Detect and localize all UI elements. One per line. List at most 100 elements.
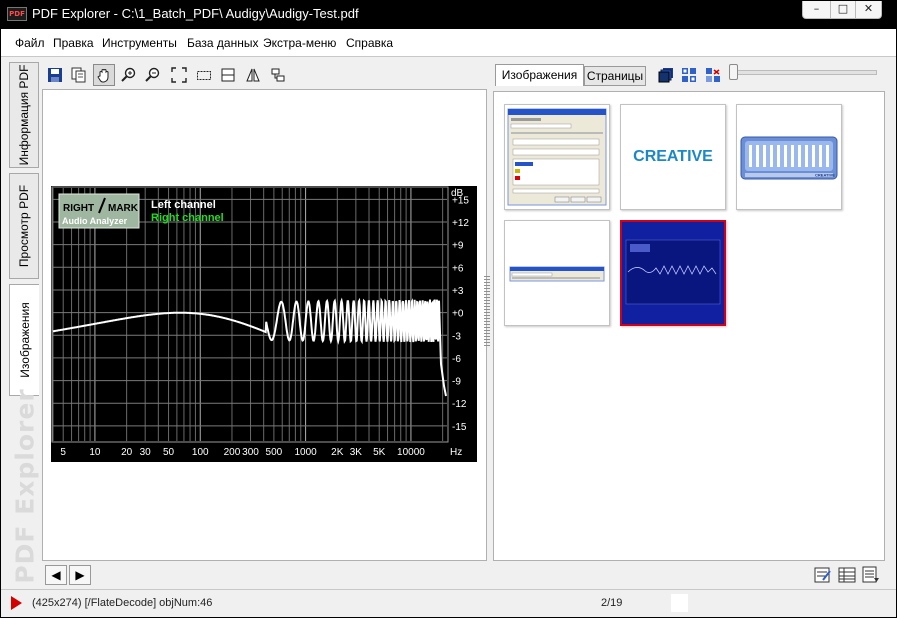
tab-pdf-info[interactable]: Информация PDF: [9, 62, 39, 168]
logo-mark-text: MARK: [108, 203, 139, 214]
table-view-icon[interactable]: [837, 565, 857, 585]
next-button[interactable]: ▶: [69, 565, 91, 585]
menu-database[interactable]: База данных: [187, 36, 258, 50]
copy-icon[interactable]: [68, 64, 90, 86]
flip-icon[interactable]: [242, 64, 264, 86]
images-tabs-row: Изображения Страницы: [493, 61, 885, 91]
images-panel-footer: [493, 561, 885, 589]
y-tick-label: -15: [452, 422, 467, 433]
extract-images-icon[interactable]: [656, 65, 676, 85]
x-tick-label: 10000: [397, 447, 425, 458]
zoom-out-icon[interactable]: [142, 64, 164, 86]
dialog-screenshot-preview: [507, 108, 607, 206]
navigation-bar: ◀ ▶: [42, 561, 487, 589]
save-icon[interactable]: [44, 64, 66, 86]
tab-images-side-label: Изображения: [17, 302, 32, 378]
status-page-counter: 2/19: [601, 597, 623, 609]
thumbnails-grid-icon[interactable]: [679, 65, 699, 85]
creative-logo-text: CREATIVE: [633, 148, 713, 165]
watermark-text: PDF Explorer: [10, 387, 40, 584]
rectangle-select-icon[interactable]: [193, 64, 215, 86]
x-tick-label: 2K: [331, 447, 344, 458]
frequency-graph-preview: [622, 222, 724, 324]
window-title: PDF Explorer - C:\1_Batch_PDF\ Audigy\Au…: [32, 6, 359, 21]
minimize-button[interactable]: –: [802, 1, 831, 19]
status-bar: (425x274) [/FlateDecode] objNum:46 2/19: [1, 589, 896, 617]
close-button[interactable]: ✕: [855, 1, 882, 19]
creative-logo-preview: CREATIVE: [621, 105, 725, 209]
legend-right-channel: Right channel: [151, 212, 224, 224]
thumbnail-mixer-panel[interactable]: CREATIVE: [736, 104, 842, 210]
tab-pdf-info-label: Информация PDF: [17, 64, 31, 166]
thumbnail-dialog-screenshot[interactable]: [504, 104, 610, 210]
x-tick-label: 20: [121, 447, 133, 458]
arrow-left-icon: ◀: [51, 568, 61, 582]
image-viewer[interactable]: RIGHT MARK Audio Analyzer Left channel R…: [42, 89, 487, 561]
y-tick-label: +6: [452, 263, 464, 274]
x-tick-label: 50: [163, 447, 175, 458]
x-tick-label: 30: [140, 447, 152, 458]
status-play-icon[interactable]: [11, 596, 22, 610]
image-viewer-panel: RIGHT MARK Audio Analyzer Left channel R…: [42, 61, 487, 589]
x-tick-label: 5K: [373, 447, 386, 458]
menu-file[interactable]: Файл: [15, 36, 45, 50]
y-tick-label: -9: [452, 377, 461, 388]
tab-pages[interactable]: Страницы: [584, 66, 646, 86]
menu-tools[interactable]: Инструменты: [102, 36, 177, 50]
y-tick-label: -12: [452, 399, 467, 410]
maximize-button[interactable]: □: [830, 1, 856, 19]
app-icon: PDF: [7, 7, 27, 21]
y-tick-label: +12: [452, 218, 469, 229]
fit-page-icon[interactable]: [168, 64, 190, 86]
thumbnail-zoom-slider[interactable]: [731, 70, 877, 75]
y-tick-label: +9: [452, 241, 464, 252]
mixer-panel-preview: CREATIVE: [740, 136, 838, 180]
edit-properties-icon[interactable]: [813, 565, 833, 585]
y-tick-label: +3: [452, 286, 464, 297]
status-image-info: (425x274) [/FlateDecode] objNum:46: [32, 597, 213, 609]
x-tick-label: 3K: [350, 447, 363, 458]
y-tick-label: -3: [452, 331, 461, 342]
logo-right-text: RIGHT: [63, 203, 94, 214]
y-tick-label: -6: [452, 354, 461, 365]
tab-images-side[interactable]: Изображения: [9, 284, 39, 396]
x-tick-label: 200: [224, 447, 241, 458]
application-window: PDF PDF Explorer - C:\1_Batch_PDF\ Audig…: [0, 0, 897, 618]
hand-icon[interactable]: [93, 64, 115, 86]
x-tick-label: 100: [192, 447, 209, 458]
legend-left-channel: Left channel: [151, 199, 216, 211]
status-field: [671, 594, 688, 612]
menu-extra[interactable]: Экстра-меню: [263, 36, 336, 50]
y-tick-label: +15: [452, 195, 469, 206]
thumbnail-window-screenshot[interactable]: [504, 220, 610, 326]
menu-help[interactable]: Справка: [346, 36, 393, 50]
fit-width-icon[interactable]: [217, 64, 239, 86]
viewer-toolbar: [42, 61, 487, 89]
watermark-logo: PDF Explorer: [11, 388, 40, 583]
x-tick-label: 5: [60, 447, 66, 458]
x-tick-label: 500: [266, 447, 283, 458]
thumbnail-frequency-graph[interactable]: [620, 220, 726, 326]
menu-edit[interactable]: Правка: [53, 36, 94, 50]
tab-images[interactable]: Изображения: [495, 64, 584, 86]
zoom-in-icon[interactable]: [118, 64, 140, 86]
prev-button[interactable]: ◀: [45, 565, 67, 585]
thumbnails-area[interactable]: CREATIVE CREATIVE: [493, 91, 885, 561]
logo-subtitle-text: Audio Analyzer: [62, 216, 128, 226]
thumbnail-creative-logo[interactable]: CREATIVE: [620, 104, 726, 210]
image-properties-icon[interactable]: [703, 65, 723, 85]
rightmark-logo: RIGHT MARK Audio Analyzer: [58, 193, 140, 229]
tab-pdf-view-label: Просмотр PDF: [17, 184, 31, 268]
mixer-brand-text: CREATIVE: [815, 173, 835, 178]
title-bar: PDF PDF Explorer - C:\1_Batch_PDF\ Audig…: [1, 1, 896, 29]
side-tab-strip: Информация PDF Просмотр PDF Изображения …: [9, 58, 41, 583]
x-unit-label: Hz: [450, 447, 462, 458]
splitter-handle[interactable]: [484, 276, 490, 346]
y-tick-label: +0: [452, 309, 464, 320]
slider-thumb[interactable]: [729, 64, 738, 80]
frequency-response-image: RIGHT MARK Audio Analyzer Left channel R…: [51, 186, 477, 462]
export-icon[interactable]: [267, 64, 289, 86]
save-list-icon[interactable]: [861, 565, 881, 585]
tab-pdf-view[interactable]: Просмотр PDF: [9, 173, 39, 279]
menu-bar: Файл Правка Инструменты База данных Экст…: [1, 29, 896, 57]
